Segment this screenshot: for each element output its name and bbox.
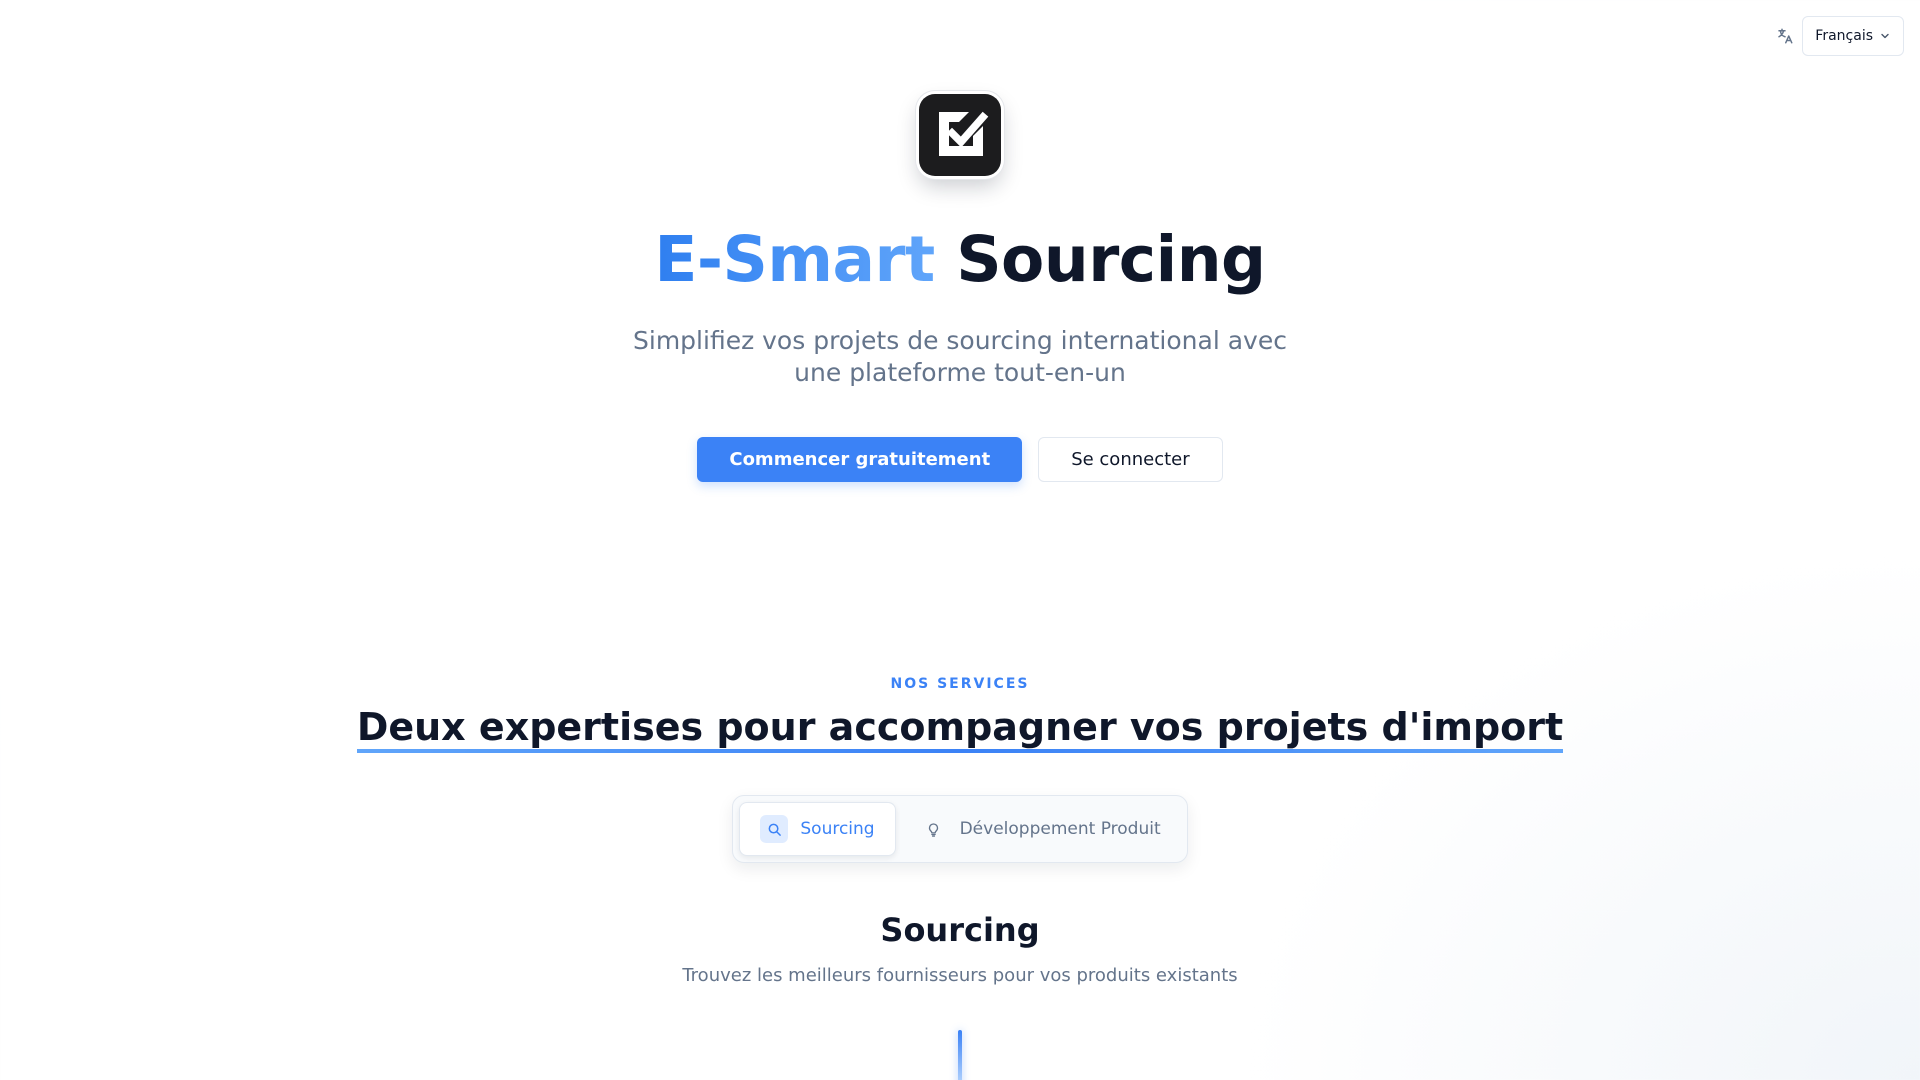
language-select-value: Français — [1815, 28, 1873, 44]
start-free-button[interactable]: Commencer gratuitement — [697, 437, 1023, 482]
hero-subtitle: Simplifiez vos projets de sourcing inter… — [633, 326, 1287, 387]
tab-product-development[interactable]: Développement Produit — [900, 802, 1181, 856]
active-section-title: Sourcing — [880, 911, 1040, 949]
tab-sourcing-label: Sourcing — [800, 819, 875, 839]
services-tabs: Sourcing Développement Produit — [732, 795, 1188, 863]
tab-product-development-label: Développement Produit — [959, 819, 1161, 839]
checkbox-logo-icon — [919, 94, 1001, 176]
login-button[interactable]: Se connecter — [1038, 437, 1223, 482]
translate-icon — [1776, 27, 1794, 45]
services-section: NOS SERVICES Deux expertises pour accomp… — [0, 676, 1920, 986]
language-select[interactable]: Français — [1802, 16, 1904, 56]
hero-section: E-Smart Sourcing Simplifiez vos projets … — [0, 94, 1920, 482]
cta-row: Commencer gratuitement Se connecter — [697, 437, 1223, 482]
title-accent: E-Smart — [654, 223, 935, 296]
tab-sourcing[interactable]: Sourcing — [739, 802, 896, 856]
lightbulb-icon — [920, 815, 948, 843]
title-main: Sourcing — [956, 223, 1266, 296]
services-title: Deux expertises pour accompagner vos pro… — [356, 705, 1564, 757]
active-section-description: Trouvez les meilleurs fournisseurs pour … — [682, 965, 1238, 986]
language-switcher: Français — [1776, 16, 1904, 56]
services-eyebrow: NOS SERVICES — [890, 676, 1030, 692]
search-icon — [760, 815, 789, 843]
timeline-connector — [958, 1030, 962, 1080]
chevron-down-icon — [1881, 33, 1889, 39]
app-title: E-Smart Sourcing — [654, 228, 1266, 291]
